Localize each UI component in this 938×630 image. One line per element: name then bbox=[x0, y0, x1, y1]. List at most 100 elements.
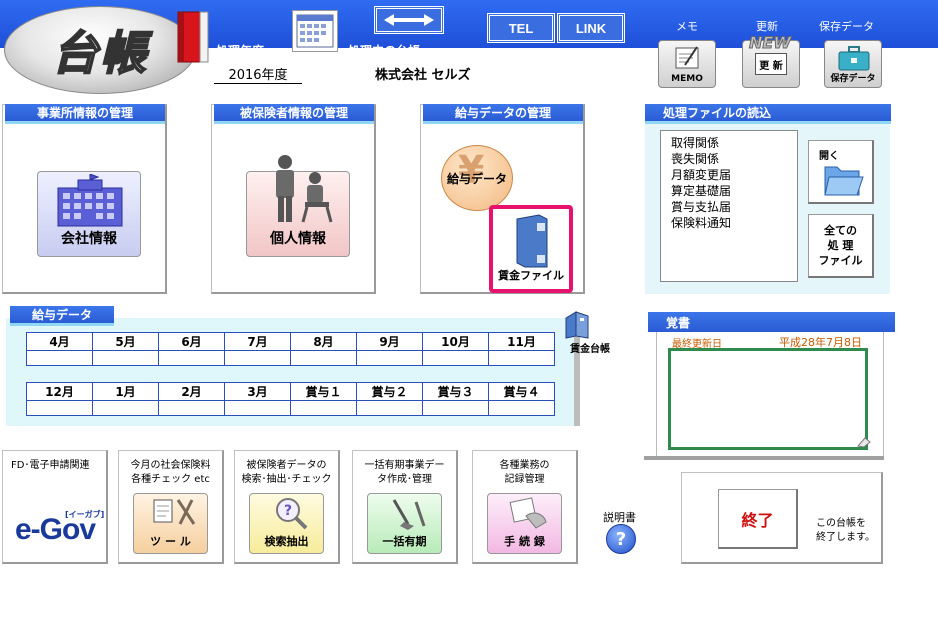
update-button[interactable]: NEW 更 新 bbox=[742, 33, 800, 88]
current-ledger-value: 株式会社 セルズ bbox=[375, 68, 471, 83]
month-value-cell[interactable] bbox=[26, 400, 93, 416]
bulk-tile-text: 一括有期事業デー タ作成･管理 bbox=[364, 460, 445, 485]
month-cell[interactable]: 9月 bbox=[356, 332, 423, 351]
save-data-label: 保存データ bbox=[819, 20, 874, 33]
salary-data-button[interactable]: ¥ 給与データ bbox=[441, 145, 513, 211]
month-value-cell[interactable] bbox=[488, 400, 555, 416]
switch-ledger-button[interactable] bbox=[374, 6, 444, 34]
month-cell[interactable]: 賞与４ bbox=[488, 382, 555, 401]
month-value-cell[interactable] bbox=[92, 400, 159, 416]
notes-title: 覚書 bbox=[648, 312, 895, 332]
binder-icon bbox=[177, 11, 209, 63]
month-value-cell[interactable] bbox=[488, 350, 555, 366]
update-label: 更新 bbox=[756, 20, 778, 33]
calendar-icon[interactable] bbox=[292, 10, 338, 52]
personal-info-button[interactable]: 個人情報 bbox=[246, 155, 350, 257]
month-value-cell[interactable] bbox=[422, 350, 489, 366]
all-files-label-2: 処 理 bbox=[827, 239, 854, 252]
file-list-item[interactable]: 取得関係 bbox=[671, 135, 797, 151]
month-value-cell[interactable] bbox=[92, 350, 159, 366]
file-panel-title: 処理ファイルの読込 bbox=[645, 104, 891, 124]
fiscal-year-label: 処理年度 bbox=[216, 44, 265, 58]
file-list-item[interactable]: 月額変更届 bbox=[671, 167, 797, 183]
all-files-label-1: 全ての bbox=[824, 224, 857, 237]
company-info-button[interactable]: 会社情報 bbox=[37, 171, 141, 257]
tool-button[interactable]: ツ ー ル bbox=[133, 493, 208, 554]
help-icon[interactable]: ? bbox=[606, 524, 636, 554]
month-cell[interactable]: 10月 bbox=[422, 332, 489, 351]
tel-button[interactable]: TEL bbox=[487, 13, 555, 43]
records-icon-label: 手 続 録 bbox=[504, 535, 545, 548]
month-value-cell[interactable] bbox=[290, 350, 357, 366]
notes-text-area[interactable] bbox=[668, 348, 868, 450]
memo-pad-icon bbox=[675, 46, 699, 69]
month-cell[interactable]: 6月 bbox=[158, 332, 225, 351]
month-value-cell[interactable] bbox=[356, 350, 423, 366]
tool-tile[interactable]: 今月の社会保険料 各種チェック etc ツ ー ル bbox=[118, 450, 224, 564]
month-cell[interactable]: 4月 bbox=[26, 332, 93, 351]
salary-month-table-1: 4月 5月 6月 7月 8月 9月 10月 11月 bbox=[26, 332, 555, 366]
magnifier-icon: ? bbox=[276, 498, 308, 530]
personal-info-label: 個人情報 bbox=[270, 231, 326, 247]
file-list[interactable]: 取得関係 喪失関係 月額変更届 算定基礎届 賞与支払届 保険料通知 bbox=[660, 130, 798, 282]
memo-label: メモ bbox=[676, 20, 698, 33]
insured-panel-title: 被保険者情報の管理 bbox=[214, 104, 374, 124]
all-files-label-3: ファイル bbox=[818, 254, 863, 267]
exit-button[interactable]: 終了 bbox=[718, 489, 798, 549]
save-data-button[interactable]: 保存データ bbox=[824, 40, 882, 88]
month-cell[interactable]: 2月 bbox=[158, 382, 225, 401]
briefcase-icon bbox=[838, 46, 870, 71]
company-info-panel: 事業所情報の管理 会社情報 bbox=[2, 104, 167, 294]
search-extract-button[interactable]: ? 検索抽出 bbox=[249, 493, 324, 554]
wage-file-button[interactable]: 賃金ファイル bbox=[489, 205, 573, 293]
month-value-cell[interactable] bbox=[356, 400, 423, 416]
tool-icon-label: ツ ー ル bbox=[150, 535, 191, 548]
notes-bottom-bar bbox=[644, 456, 884, 460]
tool-tile-text: 今月の社会保険料 各種チェック etc bbox=[130, 460, 211, 485]
month-cell[interactable]: 賞与３ bbox=[422, 382, 489, 401]
file-list-item[interactable]: 賞与支払届 bbox=[671, 199, 797, 215]
procedure-records-button[interactable]: 手 続 録 bbox=[487, 493, 562, 554]
salary-data-title: 給与データ bbox=[10, 306, 114, 326]
eraser-icon[interactable] bbox=[856, 436, 872, 448]
bulk-tile[interactable]: 一括有期事業デー タ作成･管理 一括有期 bbox=[352, 450, 458, 564]
month-value-cell[interactable] bbox=[224, 400, 291, 416]
month-value-cell[interactable] bbox=[26, 350, 93, 366]
month-cell[interactable]: 1月 bbox=[92, 382, 159, 401]
month-value-cell[interactable] bbox=[422, 400, 489, 416]
salary-data-label: 給与データ bbox=[446, 171, 507, 186]
file-list-item[interactable]: 算定基礎届 bbox=[671, 183, 797, 199]
manual-label: 説明書 bbox=[603, 511, 636, 524]
month-value-cell[interactable] bbox=[158, 350, 225, 366]
wage-file-label: 賃金ファイル bbox=[498, 269, 564, 282]
month-cell[interactable]: 3月 bbox=[224, 382, 291, 401]
file-binder-icon bbox=[516, 214, 548, 268]
link-button[interactable]: LINK bbox=[557, 13, 625, 43]
month-cell[interactable]: 賞与１ bbox=[290, 382, 357, 401]
svg-text:?: ? bbox=[284, 503, 292, 519]
month-cell[interactable]: 賞与２ bbox=[356, 382, 423, 401]
insured-info-panel: 被保険者情報の管理 個人情報 bbox=[211, 104, 376, 294]
wage-ledger-button[interactable]: 賃金台帳 bbox=[560, 310, 614, 355]
search-tile[interactable]: 被保険者データの 検索･抽出･チェック ? 検索抽出 bbox=[234, 450, 340, 564]
salary-panel-title: 給与データの管理 bbox=[423, 104, 583, 124]
open-file-button[interactable]: 開く bbox=[808, 140, 874, 204]
current-ledger-label: 処理中の台帳 bbox=[348, 44, 421, 58]
egov-tile[interactable]: FD･電子申請関連 [イーガブ] e-Gov bbox=[2, 450, 108, 564]
month-cell[interactable]: 5月 bbox=[92, 332, 159, 351]
bulk-term-button[interactable]: 一括有期 bbox=[367, 493, 442, 554]
month-value-cell[interactable] bbox=[290, 400, 357, 416]
all-files-button[interactable]: 全ての 処 理 ファイル bbox=[808, 214, 874, 278]
file-list-item[interactable]: 保険料通知 bbox=[671, 215, 797, 231]
file-list-item[interactable]: 喪失関係 bbox=[671, 151, 797, 167]
month-cell[interactable]: 8月 bbox=[290, 332, 357, 351]
month-cell[interactable]: 11月 bbox=[488, 332, 555, 351]
month-cell[interactable]: 7月 bbox=[224, 332, 291, 351]
month-value-cell[interactable] bbox=[224, 350, 291, 366]
month-cell[interactable]: 12月 bbox=[26, 382, 93, 401]
egov-logo: e-Gov bbox=[15, 513, 96, 546]
folder-icon bbox=[824, 166, 864, 196]
memo-button[interactable]: MEMO bbox=[658, 40, 716, 88]
records-tile[interactable]: 各種業務の 記録管理 手 続 録 bbox=[472, 450, 578, 564]
month-value-cell[interactable] bbox=[158, 400, 225, 416]
